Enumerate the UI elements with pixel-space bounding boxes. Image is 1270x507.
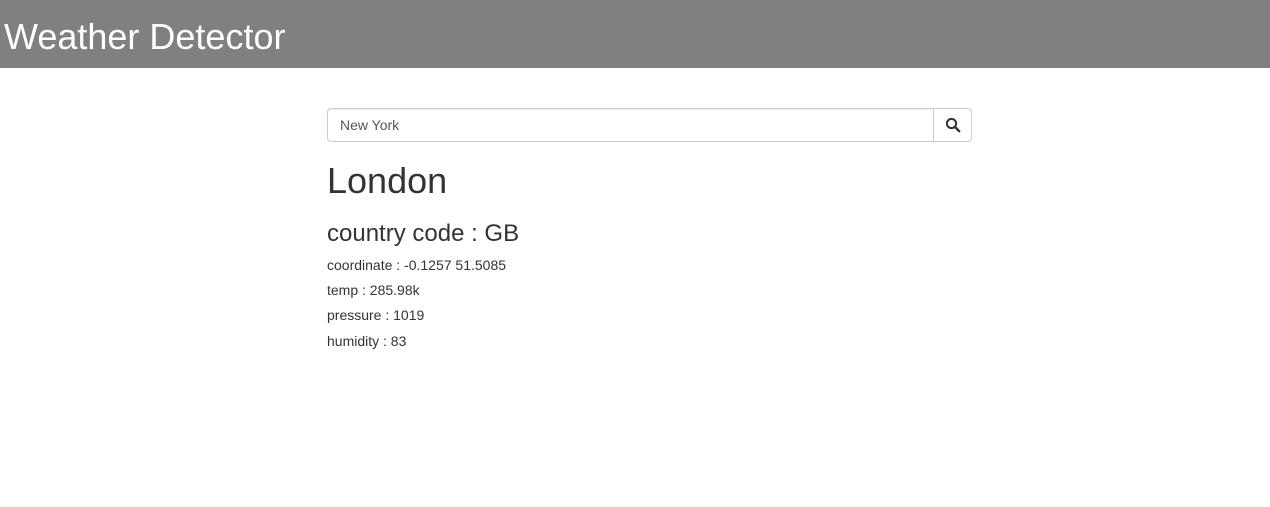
humidity-text: humidity : 83	[327, 333, 407, 349]
country-code: country code : GB	[327, 220, 520, 247]
temperature-text: temp : 285.98k	[327, 282, 420, 298]
app-header: Weather Detector	[0, 0, 1270, 68]
search-button[interactable]	[933, 108, 972, 142]
coordinate-text: coordinate : -0.1257 51.5085	[327, 257, 507, 273]
search-bar	[327, 108, 972, 142]
pressure-text: pressure : 1019	[327, 307, 425, 323]
search-icon	[945, 117, 960, 133]
city-name: London	[327, 160, 448, 201]
app-title: Weather Detector	[4, 16, 286, 57]
search-input[interactable]	[327, 108, 933, 142]
